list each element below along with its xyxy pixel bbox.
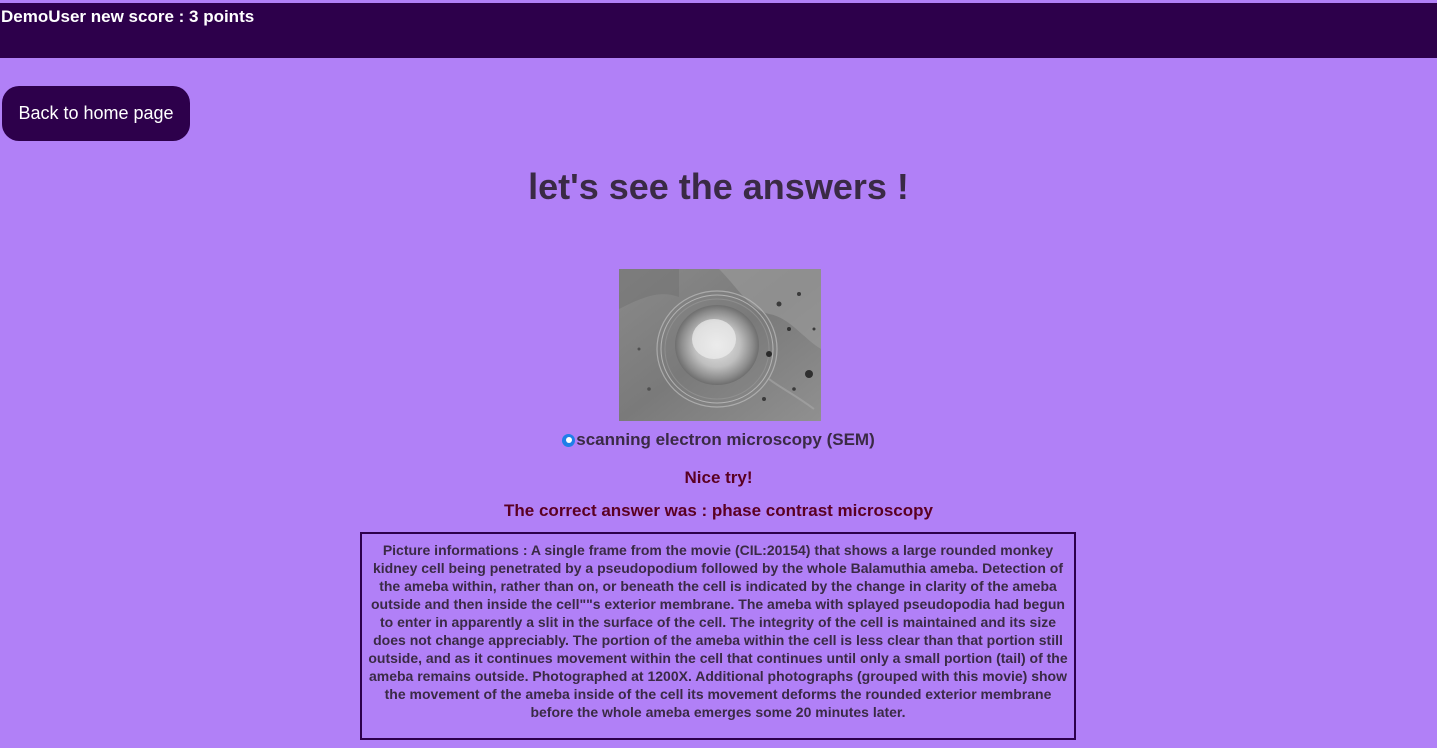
score-text: DemoUser new score : 3 points: [1, 7, 255, 26]
picture-info-box: Picture informations : A single frame fr…: [360, 532, 1076, 740]
answer-label: scanning electron microscopy (SEM): [576, 430, 875, 449]
feedback-message: Nice try!: [684, 468, 753, 487]
back-to-home-button[interactable]: Back to home page: [2, 86, 190, 141]
header-bar: DemoUser new score : 3 points: [0, 3, 1437, 58]
correct-answer-message: The correct answer was : phase contrast …: [504, 501, 933, 520]
answer-option[interactable]: scanning electron microscopy (SEM): [0, 429, 1437, 451]
page-title: let's see the answers !: [528, 166, 909, 207]
radio-selected-icon[interactable]: [562, 433, 576, 447]
microscopy-image: [619, 269, 821, 421]
